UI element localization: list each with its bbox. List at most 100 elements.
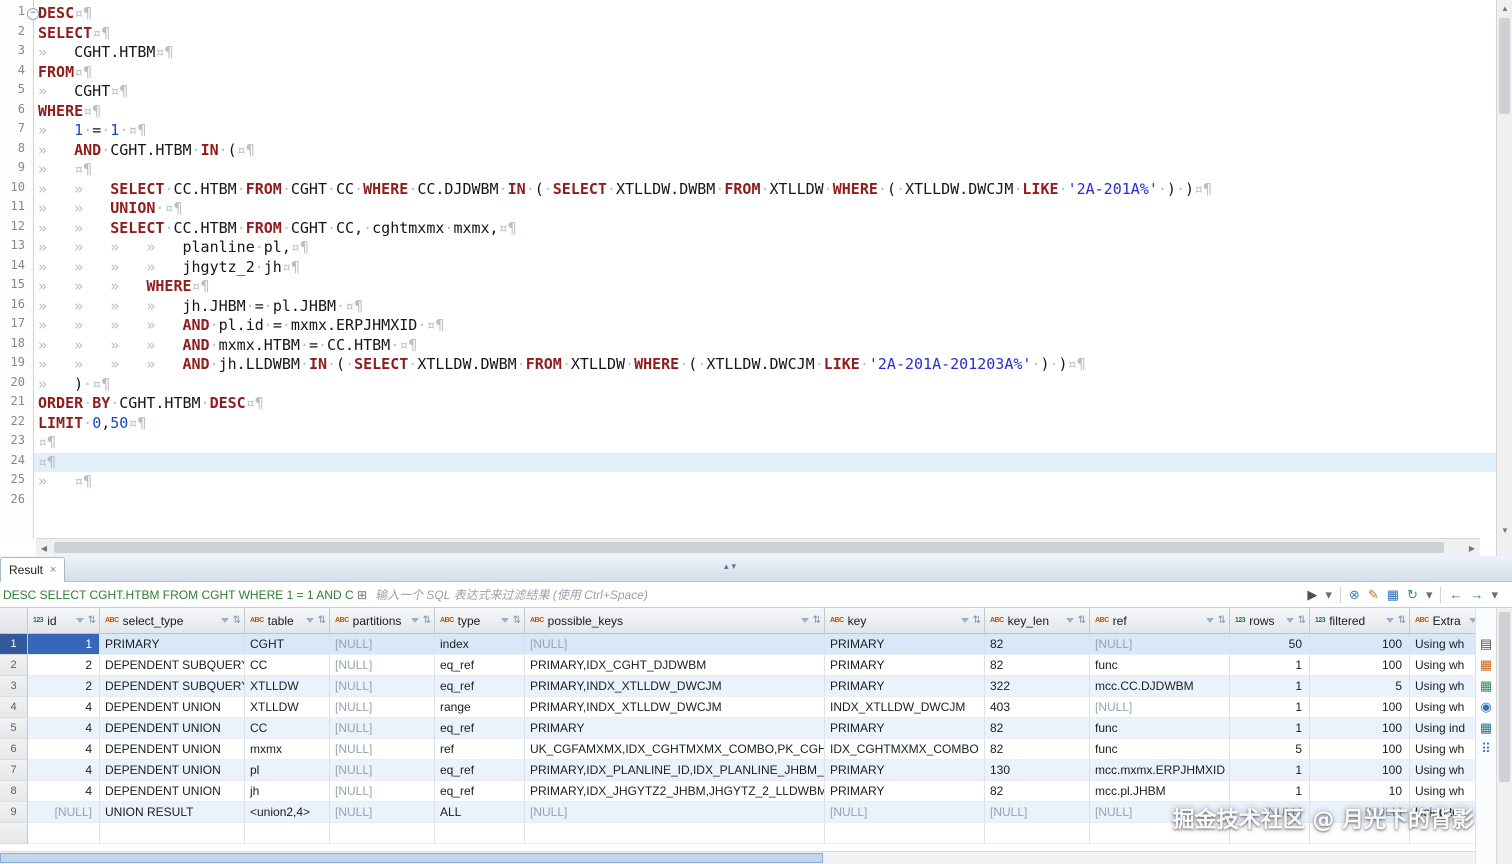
- code-line[interactable]: » ¤¶: [34, 472, 1496, 492]
- grid-cell[interactable]: eq_ref: [435, 676, 525, 697]
- grid-cell[interactable]: PRIMARY: [825, 676, 985, 697]
- grid-cell[interactable]: CGHT: [245, 634, 330, 655]
- column-sort-icon[interactable]: ⇅: [973, 615, 981, 626]
- grid-cell[interactable]: 1: [1230, 697, 1310, 718]
- grid-cell[interactable]: 1: [1230, 760, 1310, 781]
- code-line[interactable]: » ¤¶: [34, 160, 1496, 180]
- grid-cell[interactable]: ref: [435, 739, 525, 760]
- grid-cell[interactable]: PRIMARY,IDX_CGHT_DJDWBM: [525, 655, 825, 676]
- grid-cell[interactable]: PRIMARY: [525, 718, 825, 739]
- apply-filter-button[interactable]: ▶: [1307, 588, 1317, 602]
- grid-cell[interactable]: range: [435, 697, 525, 718]
- grid-cell[interactable]: [NULL]: [330, 760, 435, 781]
- grid-cell[interactable]: [NULL]: [1090, 634, 1230, 655]
- code-line[interactable]: DESC¤¶: [34, 4, 1496, 24]
- grid-cell[interactable]: PRIMARY,IDX_JHGYTZ2_JHBM,JHGYTZ_2_LLDWBM…: [525, 781, 825, 802]
- panel-refs-icon[interactable]: ⠿: [1481, 741, 1491, 756]
- custom-filter-grid-icon[interactable]: ▦: [1387, 588, 1399, 602]
- grid-cell[interactable]: [NULL]: [825, 802, 985, 823]
- column-sort-icon[interactable]: ⇅: [1298, 615, 1306, 626]
- grid-cell[interactable]: 2: [28, 676, 100, 697]
- grid-cell[interactable]: PRIMARY: [825, 760, 985, 781]
- nav-back-icon[interactable]: ←: [1449, 588, 1462, 602]
- grid-cell[interactable]: 82: [985, 739, 1090, 760]
- grid-cell[interactable]: 1: [1230, 718, 1310, 739]
- row-number[interactable]: 6: [0, 739, 28, 760]
- scroll-down-icon[interactable]: ▼: [1497, 522, 1512, 538]
- grid-cell[interactable]: PRIMARY: [825, 655, 985, 676]
- grid-cell[interactable]: 1: [28, 634, 100, 655]
- column-header-key[interactable]: ABCkey⇅: [825, 608, 985, 633]
- grid-cell[interactable]: Using wh: [1410, 781, 1477, 802]
- code-line[interactable]: [34, 492, 1496, 512]
- clear-filter-icon[interactable]: ⊗: [1349, 588, 1360, 602]
- grid-cell[interactable]: 1: [1230, 655, 1310, 676]
- row-number[interactable]: 1: [0, 634, 28, 655]
- grid-cell[interactable]: 2: [28, 655, 100, 676]
- grid-cell[interactable]: 4: [28, 718, 100, 739]
- column-filter-icon[interactable]: [1206, 618, 1214, 623]
- grid-cell[interactable]: IDX_CGHTMXMX_COMBO: [825, 739, 985, 760]
- grid-cell[interactable]: Using wh: [1410, 655, 1477, 676]
- grid-cell[interactable]: [NULL]: [525, 634, 825, 655]
- scroll-left-icon[interactable]: ◀: [36, 540, 52, 556]
- column-sort-icon[interactable]: ⇅: [1218, 615, 1226, 626]
- code-line[interactable]: ¤¶: [34, 453, 1496, 473]
- grid-cell[interactable]: 1: [1230, 781, 1310, 802]
- sash-resize-icons[interactable]: ▴▾: [724, 561, 739, 572]
- grid-cell[interactable]: 100: [1310, 760, 1410, 781]
- grid-cell[interactable]: 100: [1310, 655, 1410, 676]
- code-line[interactable]: » » » » AND·mxmx.HTBM·=·CC.HTBM·¤¶: [34, 336, 1496, 356]
- column-sort-icon[interactable]: ⇅: [318, 615, 326, 626]
- panel-text-icon[interactable]: ▦: [1480, 657, 1492, 672]
- code-line[interactable]: ORDER·BY·CGHT.HTBM·DESC¤¶: [34, 394, 1496, 414]
- code-line[interactable]: » CGHT¤¶: [34, 82, 1496, 102]
- grid-cell[interactable]: 322: [985, 676, 1090, 697]
- grid-corner-cell[interactable]: [0, 608, 28, 633]
- grid-cell[interactable]: XTLLDW: [245, 676, 330, 697]
- column-header-table[interactable]: ABCtable⇅: [245, 608, 330, 633]
- grid-cell[interactable]: PRIMARY: [100, 634, 245, 655]
- grid-cell[interactable]: eq_ref: [435, 655, 525, 676]
- refresh-dropdown-icon[interactable]: ▾: [1426, 588, 1433, 602]
- grid-cell[interactable]: 403: [985, 697, 1090, 718]
- code-line[interactable]: » » » » jhgytz_2·jh¤¶: [34, 258, 1496, 278]
- column-sort-icon[interactable]: ⇅: [813, 615, 821, 626]
- code-line[interactable]: » )·¤¶: [34, 375, 1496, 395]
- edit-filter-icon[interactable]: ✎: [1368, 588, 1379, 602]
- code-line[interactable]: » CGHT.HTBM¤¶: [34, 43, 1496, 63]
- grid-horizontal-scrollbar[interactable]: [0, 851, 1496, 864]
- grid-cell[interactable]: 130: [985, 760, 1090, 781]
- column-header-ref[interactable]: ABCref⇅: [1090, 608, 1230, 633]
- grid-cell[interactable]: [NULL]: [330, 802, 435, 823]
- filter-history-dropdown-icon[interactable]: ▾: [1325, 588, 1332, 602]
- column-sort-icon[interactable]: ⇅: [423, 615, 431, 626]
- grid-cell[interactable]: mxmx: [245, 739, 330, 760]
- grid-cell[interactable]: 50: [1230, 634, 1310, 655]
- grid-cell[interactable]: 100: [1310, 739, 1410, 760]
- grid-cell[interactable]: 5: [1310, 676, 1410, 697]
- column-filter-icon[interactable]: [501, 618, 509, 623]
- row-number[interactable]: 9: [0, 802, 28, 823]
- column-sort-icon[interactable]: ⇅: [513, 615, 521, 626]
- grid-cell[interactable]: 100: [1310, 697, 1410, 718]
- grid-cell[interactable]: func: [1090, 739, 1230, 760]
- grid-cell[interactable]: Using ind: [1410, 718, 1477, 739]
- grid-cell[interactable]: index: [435, 634, 525, 655]
- code-line[interactable]: » » » » AND·pl.id·=·mxmx.ERPJHMXID·¤¶: [34, 316, 1496, 336]
- grid-cell[interactable]: [NULL]: [330, 781, 435, 802]
- grid-cell[interactable]: func: [1090, 718, 1230, 739]
- grid-cell[interactable]: [NULL]: [1090, 697, 1230, 718]
- grid-cell[interactable]: mcc.mxmx.ERPJHMXID: [1090, 760, 1230, 781]
- column-header-filtered[interactable]: 123filtered⇅: [1310, 608, 1410, 633]
- grid-cell[interactable]: 82: [985, 655, 1090, 676]
- code-line[interactable]: » » SELECT·CC.HTBM·FROM·CGHT·CC·WHERE·CC…: [34, 180, 1496, 200]
- column-header-rows[interactable]: 123rows⇅: [1230, 608, 1310, 633]
- grid-cell[interactable]: [NULL]: [330, 718, 435, 739]
- grid-cell[interactable]: <union2,4>: [245, 802, 330, 823]
- grid-cell[interactable]: XTLLDW: [245, 697, 330, 718]
- editor-hscroll-thumb[interactable]: [54, 542, 1444, 553]
- code-line[interactable]: LIMIT·0,50¤¶: [34, 414, 1496, 434]
- grid-cell[interactable]: [NULL]: [525, 802, 825, 823]
- grid-cell[interactable]: 82: [985, 634, 1090, 655]
